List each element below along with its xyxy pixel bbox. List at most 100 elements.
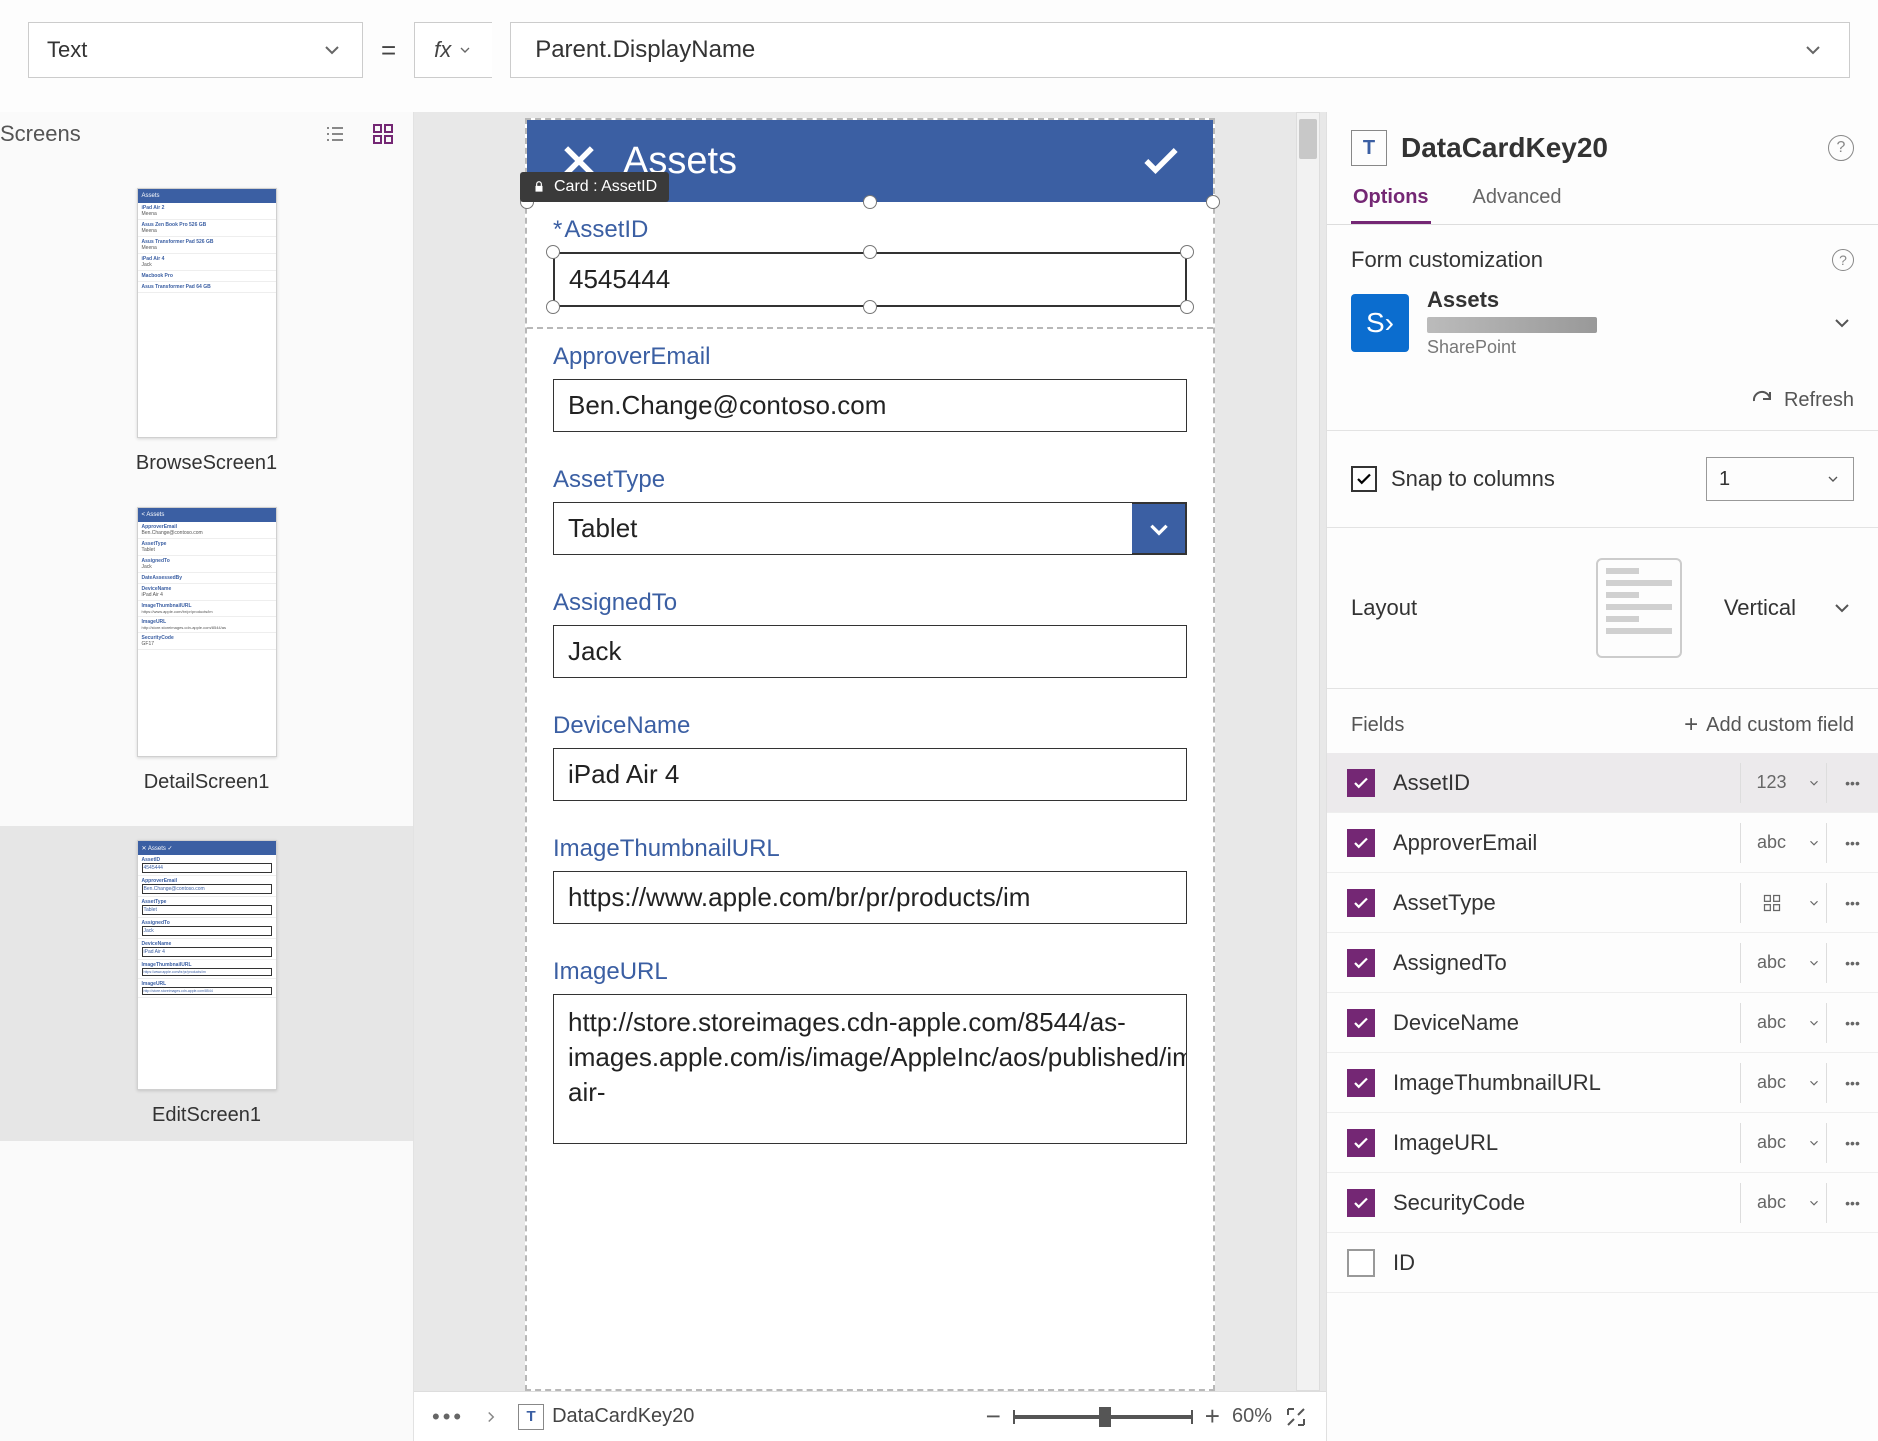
field-type-selector[interactable]	[1740, 883, 1802, 923]
field-checkbox[interactable]	[1347, 829, 1375, 857]
chevron-down-icon	[457, 42, 473, 58]
card-devicename[interactable]: DeviceName iPad Air 4	[527, 698, 1213, 821]
refresh-label: Refresh	[1784, 389, 1854, 412]
formula-bar: Text = fx Parent.DisplayName	[0, 20, 1850, 80]
assignedto-input[interactable]: Jack	[553, 625, 1187, 678]
snap-checkbox[interactable]	[1351, 466, 1377, 492]
chevron-down-icon	[1807, 836, 1821, 850]
field-type-caret[interactable]	[1802, 1136, 1826, 1150]
field-row-imagethumbnailurl[interactable]: ImageThumbnailURLabc•••	[1327, 1053, 1878, 1113]
field-type-caret[interactable]	[1802, 1076, 1826, 1090]
scrollbar-thumb[interactable]	[1299, 119, 1317, 159]
property-dropdown-label: Text	[47, 37, 87, 63]
canvas-scrollbar[interactable]	[1296, 112, 1320, 1391]
screen-thumb-edit[interactable]: ✕ Assets ✓ AssetID4545444 ApproverEmailB…	[0, 826, 413, 1141]
assettype-select[interactable]: Tablet	[553, 502, 1132, 555]
field-checkbox[interactable]	[1347, 1189, 1375, 1217]
field-row-imageurl[interactable]: ImageURLabc •••	[1327, 1113, 1878, 1173]
formula-input[interactable]: Parent.DisplayName	[510, 22, 1850, 78]
assetid-input[interactable]: 4545444	[553, 252, 1187, 307]
field-type-caret[interactable]	[1802, 1196, 1826, 1210]
fx-button[interactable]: fx	[414, 22, 492, 78]
grid-view-icon[interactable]	[371, 122, 395, 146]
zoom-slider-thumb[interactable]	[1099, 1407, 1111, 1427]
chevron-down-icon	[1807, 956, 1821, 970]
zoom-in-button[interactable]: +	[1205, 1401, 1220, 1432]
field-more-button[interactable]: •••	[1826, 1123, 1878, 1163]
card-approveremail[interactable]: ApproverEmail Ben.Change@contoso.com	[527, 329, 1213, 452]
chevron-down-icon	[320, 38, 344, 62]
card-imageurl[interactable]: ImageURL http://store.storeimages.cdn-ap…	[527, 944, 1213, 1164]
field-row-devicename[interactable]: DeviceNameabc•••	[1327, 993, 1878, 1053]
props-tabs: Options Advanced	[1327, 176, 1878, 225]
field-row-securitycode[interactable]: SecurityCodeabc•••	[1327, 1173, 1878, 1233]
property-dropdown[interactable]: Text	[28, 22, 363, 78]
field-type-selector[interactable]: abc	[1740, 1123, 1802, 1163]
add-custom-field-button[interactable]: + Add custom field	[1684, 711, 1854, 739]
fit-to-screen-icon[interactable]	[1284, 1405, 1308, 1429]
list-view-icon[interactable]	[323, 122, 347, 146]
field-checkbox[interactable]	[1347, 889, 1375, 917]
tab-advanced[interactable]: Advanced	[1471, 176, 1564, 224]
field-type-selector[interactable]: 123	[1740, 763, 1802, 803]
field-type-caret[interactable]	[1802, 956, 1826, 970]
tab-options[interactable]: Options	[1351, 176, 1431, 224]
field-more-button[interactable]: •••	[1826, 823, 1878, 863]
card-assettype[interactable]: AssetType Tablet	[527, 452, 1213, 575]
datasource-selector[interactable]: S› Assets SharePoint	[1327, 281, 1878, 378]
field-checkbox[interactable]	[1347, 1249, 1375, 1277]
card-imagethumbnailurl[interactable]: ImageThumbnailURL https://www.apple.com/…	[527, 821, 1213, 944]
field-type-selector[interactable]: abc	[1740, 1063, 1802, 1103]
help-icon[interactable]: ?	[1832, 249, 1854, 271]
field-type-selector[interactable]: abc	[1740, 1183, 1802, 1223]
field-row-assettype[interactable]: AssetType •••	[1327, 873, 1878, 933]
card-assignedto[interactable]: AssignedTo Jack	[527, 575, 1213, 698]
field-checkbox[interactable]	[1347, 769, 1375, 797]
more-options-button[interactable]: •••	[432, 1404, 464, 1430]
thumb-preview: ✕ Assets ✓ AssetID4545444 ApproverEmailB…	[137, 840, 277, 1090]
screen-thumb-detail[interactable]: < Assets ApproverEmailBen.Change@contoso…	[0, 507, 413, 794]
field-row-label: ImageURL	[1393, 1130, 1740, 1156]
field-type-caret[interactable]	[1802, 1016, 1826, 1030]
field-row-approveremail[interactable]: ApproverEmailabc•••	[1327, 813, 1878, 873]
screen-thumb-browse[interactable]: Assets iPad Air 2Meena Asus Zen Book Pro…	[0, 188, 413, 475]
field-more-button[interactable]: •••	[1826, 1183, 1878, 1223]
equals-sign: =	[381, 35, 396, 66]
field-type-caret[interactable]	[1802, 836, 1826, 850]
field-type-selector[interactable]: abc	[1740, 1003, 1802, 1043]
approveremail-input[interactable]: Ben.Change@contoso.com	[553, 379, 1187, 432]
field-checkbox[interactable]	[1347, 1009, 1375, 1037]
field-type-selector[interactable]: abc	[1740, 823, 1802, 863]
field-checkbox[interactable]	[1347, 949, 1375, 977]
field-more-button[interactable]: •••	[1826, 1003, 1878, 1043]
devicename-input[interactable]: iPad Air 4	[553, 748, 1187, 801]
zoom-out-button[interactable]: −	[986, 1401, 1001, 1432]
chevron-down-icon	[1807, 1076, 1821, 1090]
refresh-button[interactable]: Refresh	[1327, 378, 1878, 431]
imagethumb-input[interactable]: https://www.apple.com/br/pr/products/im	[553, 871, 1187, 924]
imageurl-input[interactable]: http://store.storeimages.cdn-apple.com/8…	[553, 994, 1187, 1144]
zoom-slider[interactable]	[1013, 1415, 1193, 1419]
field-more-button[interactable]: •••	[1826, 763, 1878, 803]
field-type-selector[interactable]: abc	[1740, 943, 1802, 983]
breadcrumb[interactable]: T DataCardKey20	[518, 1404, 694, 1430]
chevron-down-icon[interactable]	[1801, 38, 1825, 62]
field-type-caret[interactable]	[1802, 776, 1826, 790]
field-more-button[interactable]: •••	[1826, 943, 1878, 983]
field-type-caret[interactable]	[1802, 896, 1826, 910]
field-checkbox[interactable]	[1347, 1069, 1375, 1097]
checkmark-icon[interactable]	[1139, 139, 1183, 183]
field-row-label: AssetType	[1393, 890, 1740, 916]
assettype-dropdown-button[interactable]	[1132, 502, 1187, 555]
card-assetid[interactable]: AssetID 4545444	[527, 202, 1213, 327]
field-more-button[interactable]: •••	[1826, 1063, 1878, 1103]
field-more-button[interactable]: •••	[1826, 883, 1878, 923]
field-row-assignedto[interactable]: AssignedToabc•••	[1327, 933, 1878, 993]
chevron-down-icon[interactable]	[1830, 596, 1854, 620]
chevron-down-icon[interactable]	[1830, 311, 1854, 335]
field-checkbox[interactable]	[1347, 1129, 1375, 1157]
field-row-id[interactable]: ID	[1327, 1233, 1878, 1293]
help-icon[interactable]: ?	[1828, 135, 1854, 161]
columns-select[interactable]: 1	[1706, 457, 1854, 501]
field-row-assetid[interactable]: AssetID123•••	[1327, 753, 1878, 813]
